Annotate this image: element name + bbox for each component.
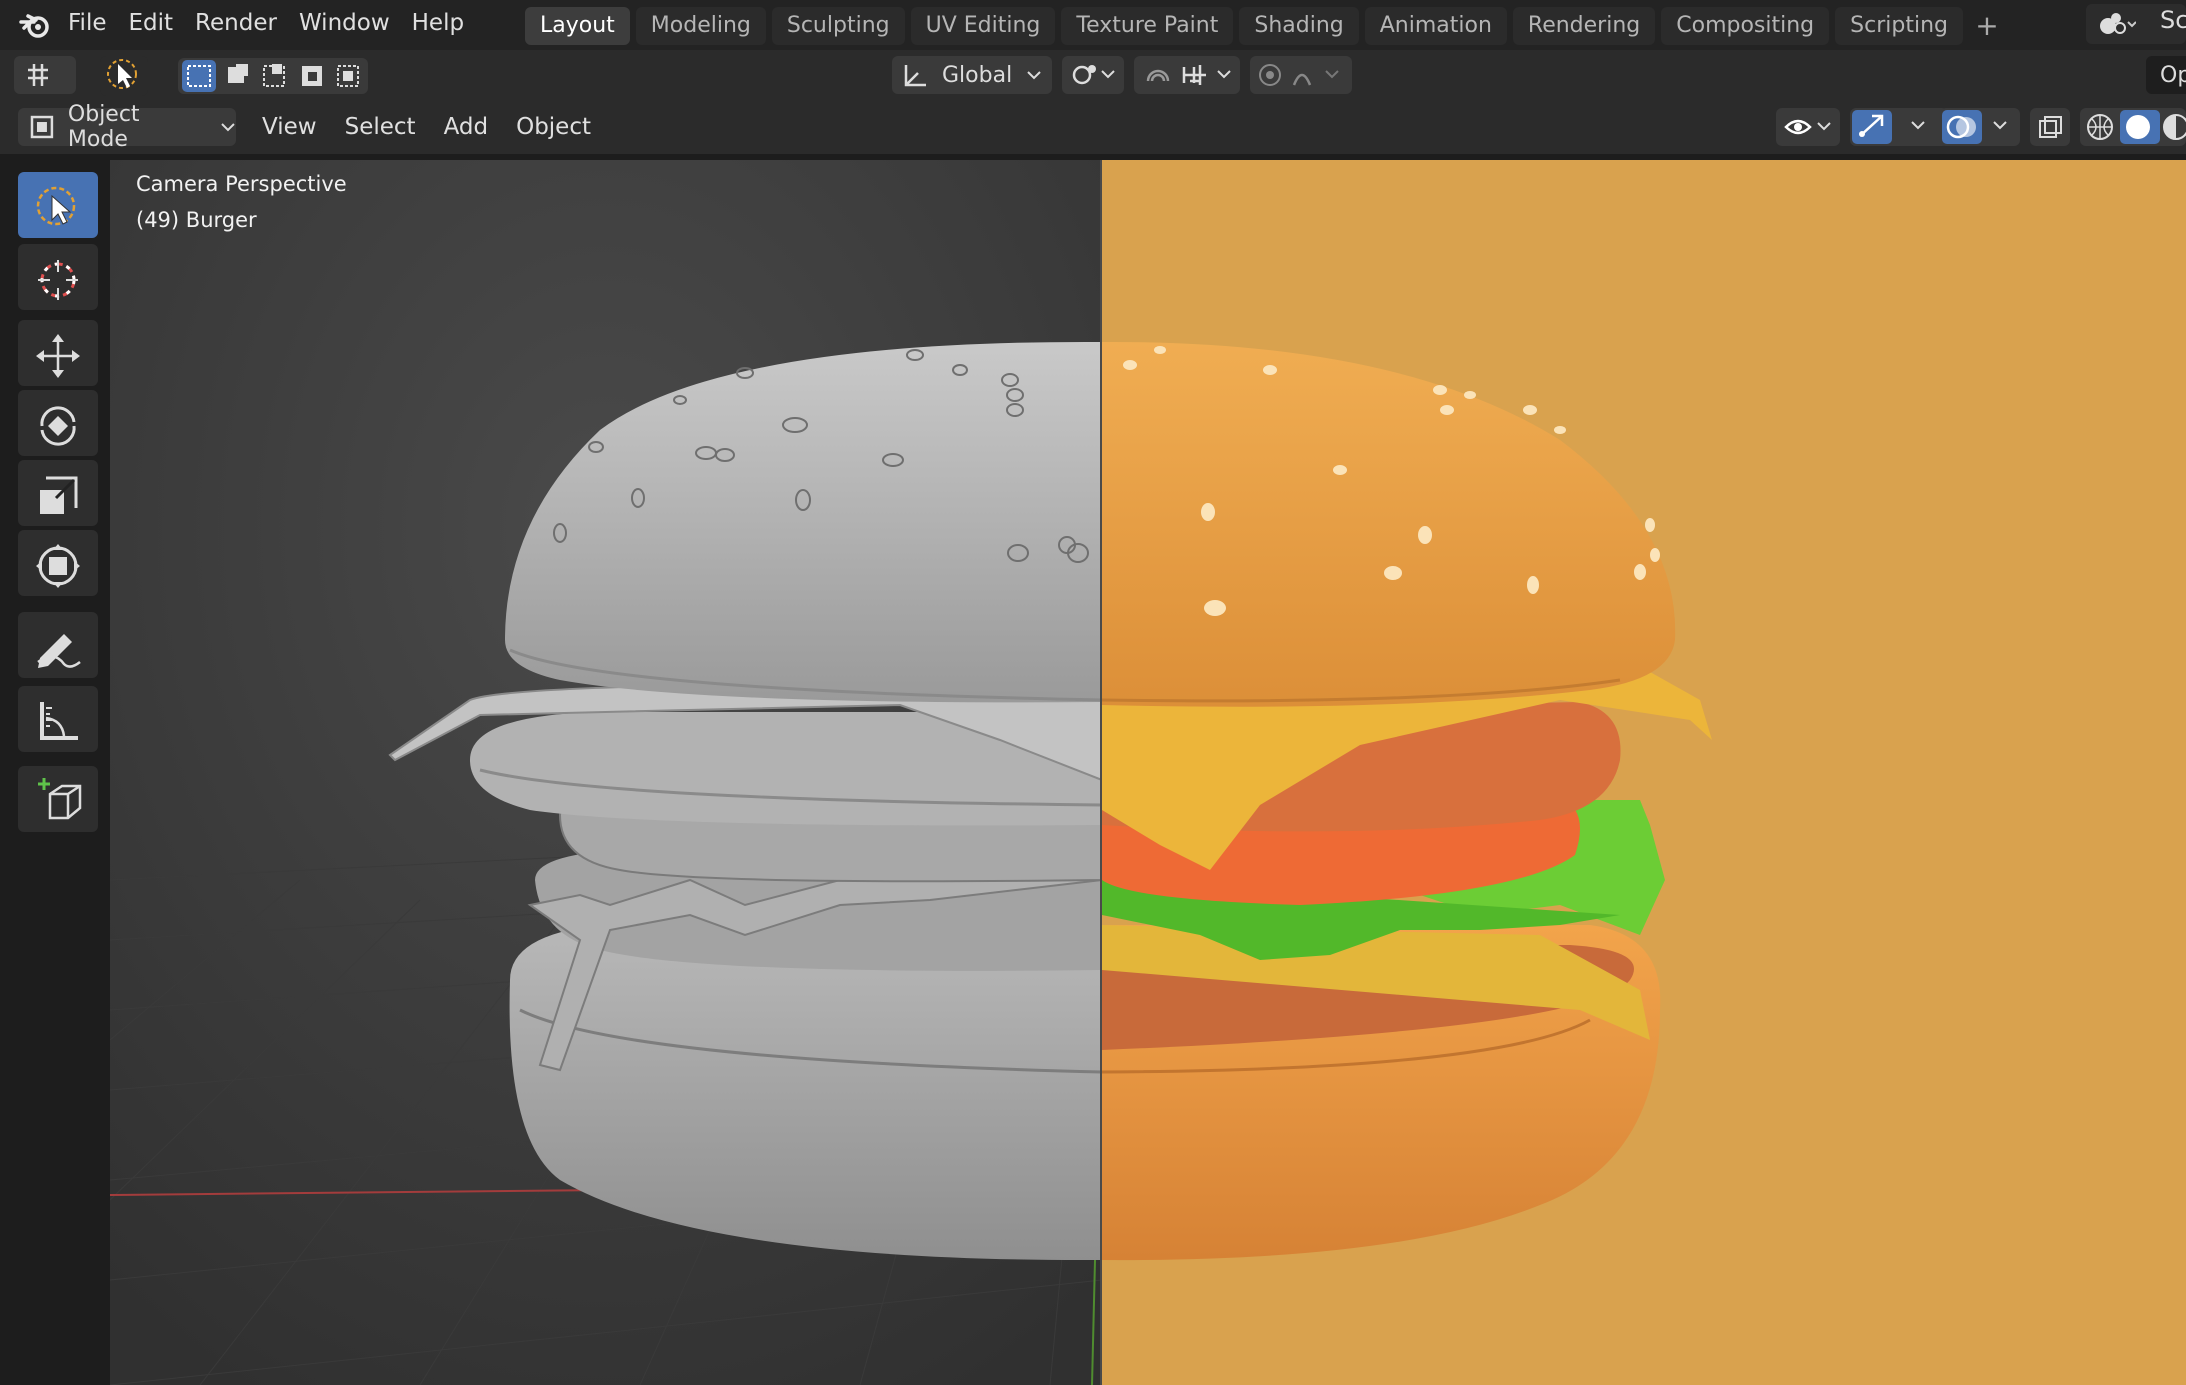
menu-help[interactable]: Help [406, 10, 470, 36]
scene-icon [2100, 13, 2136, 34]
overlays-toggle[interactable] [1940, 108, 2020, 146]
pencil-icon [37, 634, 81, 668]
viewport-menus: View Select Add Object [248, 100, 605, 154]
tool-measure[interactable] [18, 686, 98, 752]
tool-transform[interactable] [18, 530, 98, 596]
overlays-icon [1942, 110, 2007, 144]
tool-annotate[interactable] [18, 612, 98, 678]
blender-logo-icon[interactable] [18, 8, 52, 42]
scene-name[interactable]: Sc [2160, 6, 2186, 34]
active-object-label: (49) Burger [136, 208, 257, 232]
add-cube-icon [38, 778, 82, 820]
menu-window[interactable]: Window [293, 10, 396, 36]
viewport-canvas [110, 160, 2186, 1385]
xray-icon [2039, 116, 2062, 138]
solid-shading-icon [2126, 115, 2150, 139]
xray-toggle[interactable] [2030, 108, 2070, 146]
snap-magnet-icon [1146, 65, 1231, 85]
3d-cursor-icon [38, 260, 78, 300]
ruler-icon [40, 702, 78, 740]
proportional-edit-icon [1259, 64, 1339, 86]
select-box-icon [36, 186, 76, 226]
tool-header: Global Op [0, 50, 2186, 100]
menu-select[interactable]: Select [331, 114, 430, 140]
workspace-tabs: Layout Modeling Sculpting UV Editing Tex… [525, 7, 2011, 45]
object-mode-icon [30, 115, 54, 139]
pivot-icon [1072, 65, 1115, 85]
tool-scale[interactable] [18, 460, 98, 526]
tab-modeling[interactable]: Modeling [635, 7, 766, 45]
tool-move[interactable] [18, 320, 98, 386]
tool-rotate[interactable] [18, 390, 98, 456]
chevron-down-icon [221, 123, 235, 132]
options-label: Op [2160, 62, 2186, 88]
orientation-label: Global [942, 62, 1013, 88]
mode-label: Object Mode [67, 102, 140, 152]
tab-scripting[interactable]: Scripting [1835, 7, 1963, 45]
cursor-select-icon [107, 59, 137, 89]
3d-viewport[interactable]: Camera Perspective (49) Burger [110, 160, 2186, 1385]
proportional-editing-group[interactable] [1250, 56, 1352, 94]
transform-orientation-dropdown[interactable]: Global [892, 56, 1052, 94]
select-tweak-button[interactable] [100, 56, 148, 96]
main-menu: File Edit Render Window Help [62, 0, 470, 46]
menu-add[interactable]: Add [430, 114, 503, 140]
tab-sculpting[interactable]: Sculpting [771, 7, 905, 45]
tool-add-cube[interactable] [18, 766, 98, 832]
orientation-axis-icon [904, 65, 926, 87]
menu-edit[interactable]: Edit [123, 10, 180, 36]
move-icon [36, 334, 80, 378]
menu-file[interactable]: File [62, 10, 113, 36]
tab-shading[interactable]: Shading [1239, 7, 1359, 45]
snapping-group[interactable] [1134, 56, 1240, 94]
editor-type-button[interactable] [14, 56, 76, 94]
tool-cursor[interactable] [18, 244, 98, 310]
grid-axis-icon [28, 64, 48, 86]
options-button[interactable]: Op [2146, 56, 2186, 94]
menu-object[interactable]: Object [502, 114, 605, 140]
view-name-label: Camera Perspective [136, 172, 347, 196]
menu-view[interactable]: View [248, 114, 331, 140]
transform-icon [36, 544, 80, 588]
tool-select-box[interactable] [18, 172, 98, 238]
tab-rendering[interactable]: Rendering [1512, 7, 1656, 45]
gizmo-toggle[interactable] [1850, 108, 1948, 146]
visibility-dropdown[interactable] [1776, 108, 1840, 146]
viewport-header: Object Mode View Select Add Object [0, 100, 2186, 154]
top-menu-bar: File Edit Render Window Help Layout Mode… [0, 0, 2186, 50]
add-workspace-button[interactable]: + [1969, 7, 2005, 45]
pivot-point-dropdown[interactable] [1062, 56, 1124, 94]
tab-compositing[interactable]: Compositing [1661, 7, 1830, 45]
menu-render[interactable]: Render [189, 10, 283, 36]
gizmo-icon [1852, 110, 1925, 144]
tab-layout[interactable]: Layout [525, 7, 630, 45]
tab-uv-editing[interactable]: UV Editing [910, 7, 1056, 45]
eye-icon [1784, 119, 1831, 135]
shading-mode-group[interactable] [2080, 108, 2186, 146]
tab-animation[interactable]: Animation [1364, 7, 1507, 45]
selection-mode-group [178, 58, 368, 94]
mode-dropdown[interactable]: Object Mode [18, 102, 236, 152]
rotate-icon [40, 406, 76, 446]
chevron-down-icon [1027, 71, 1041, 80]
tab-texture-paint[interactable]: Texture Paint [1061, 7, 1234, 45]
scale-icon [40, 476, 78, 514]
